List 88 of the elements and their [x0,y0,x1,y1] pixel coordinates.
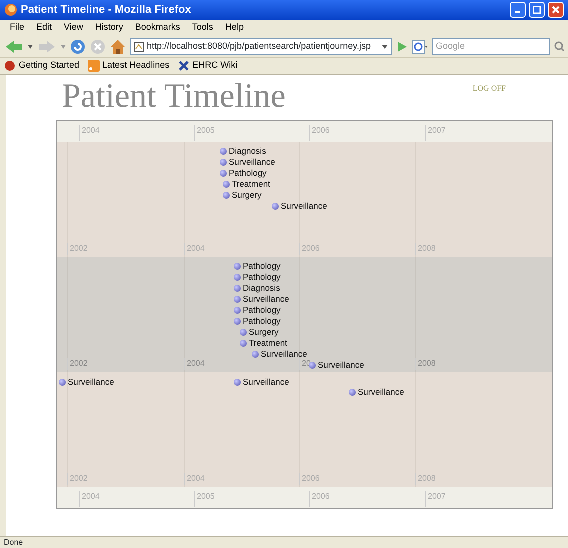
window-title: Patient Timeline - Mozilla Firefox [21,2,192,18]
event-label[interactable]: Surveillance [281,201,328,211]
event-label[interactable]: Pathology [243,261,281,271]
event-dot-icon[interactable] [240,340,247,346]
cross-icon [178,60,190,72]
home-icon[interactable] [110,38,126,54]
event-dot-icon[interactable] [234,306,241,314]
dropdown-caret-icon[interactable] [382,44,388,48]
event-dot-icon[interactable] [234,262,241,270]
status-text: Done [4,538,24,547]
year-label: 2004 [184,473,205,485]
year-label: 2008 [415,358,436,370]
event-label[interactable]: Pathology [243,316,281,326]
event-dot-icon[interactable] [234,274,241,280]
menu-item[interactable]: History [89,21,130,35]
go-arrow-icon[interactable] [396,40,408,52]
year-label: 2004 [184,243,205,255]
year-label: 2004 [184,358,205,370]
year-label: 2007 [425,125,446,141]
menu-item[interactable]: Edit [30,21,58,35]
event-label[interactable]: Surgery [232,190,262,200]
menu-item[interactable]: Tools [186,21,220,35]
event-dot-icon[interactable] [220,170,227,176]
bookmark-link[interactable]: EHRC Wiki [178,59,238,73]
year-label: 2006 [309,125,330,141]
menu-item[interactable]: Help [219,21,250,35]
event-label[interactable]: Surgery [249,327,279,337]
search-engine-icon[interactable] [412,40,428,54]
year-label: 2008 [415,243,436,255]
year-label: 2006 [299,473,320,485]
event-label[interactable]: Surveillance [68,377,114,387]
event-dot-icon[interactable] [252,350,259,358]
bookmark-link[interactable]: Latest Headlines [88,59,170,73]
event-dot-icon[interactable] [223,180,230,188]
address-field[interactable]: http://localhost:8080/pjb/patientsearch/patientjourney.jsp [130,38,392,55]
page-icon [134,42,144,52]
event-label[interactable]: Diagnosis [229,146,266,156]
year-label: 2004 [79,125,100,141]
event-label[interactable]: Surveillance [358,387,404,397]
event-label[interactable]: Pathology [243,272,281,282]
event-label[interactable]: Diagnosis [243,283,280,293]
year-label: 2005 [194,491,215,507]
event-dot-icon[interactable] [220,158,227,166]
event-label[interactable]: Surveillance [318,360,364,370]
event-dot-icon[interactable] [234,378,241,386]
reload-icon[interactable] [70,38,86,54]
event-dot-icon[interactable] [309,362,316,368]
event-label[interactable]: Pathology [229,168,267,178]
maximize-icon [533,6,541,14]
event-label[interactable]: Treatment [249,338,288,348]
year-label: 2006 [299,243,320,255]
event-dot-icon[interactable] [223,192,230,198]
menu-item[interactable]: View [58,21,90,35]
event-dot-icon[interactable] [220,148,227,154]
event-label[interactable]: Surveillance [229,157,276,167]
event-dot-icon[interactable] [240,328,247,336]
year-label: 2008 [415,473,436,485]
close-icon [552,6,560,14]
event-dot-icon[interactable] [59,378,66,386]
year-label: 2002 [67,358,88,370]
year-label: 2005 [194,125,215,141]
bookmark-icon [4,60,16,72]
browser-logo-icon [4,3,18,17]
minimize-button[interactable] [510,2,526,18]
event-dot-icon[interactable] [234,318,241,324]
event-label[interactable]: Pathology [243,305,281,315]
menu-item[interactable]: File [4,21,31,35]
year-label: 2002 [67,473,88,485]
dropdown-caret-icon[interactable] [28,44,33,48]
event-label[interactable]: Surveillance [261,349,308,359]
year-label: 2007 [425,491,446,507]
event-label[interactable]: Treatment [232,179,270,189]
menu-item[interactable]: Bookmarks [129,21,186,35]
search-icon[interactable] [554,40,564,52]
bookmark-link[interactable]: Getting Started [4,59,80,73]
event-label[interactable]: Surveillance [243,377,290,387]
feed-icon [88,60,100,72]
year-label: 2002 [67,243,88,255]
event-dot-icon[interactable] [349,388,356,396]
event-dot-icon[interactable] [234,296,241,302]
year-label: 2004 [79,491,100,507]
page-title: Patient Timeline [62,79,286,115]
maximize-button[interactable] [529,2,545,18]
close-button[interactable] [548,2,564,18]
event-dot-icon[interactable] [234,284,241,292]
event-label[interactable]: Surveillance [243,294,290,304]
year-label: 2006 [309,491,330,507]
event-dot-icon[interactable] [272,202,279,210]
